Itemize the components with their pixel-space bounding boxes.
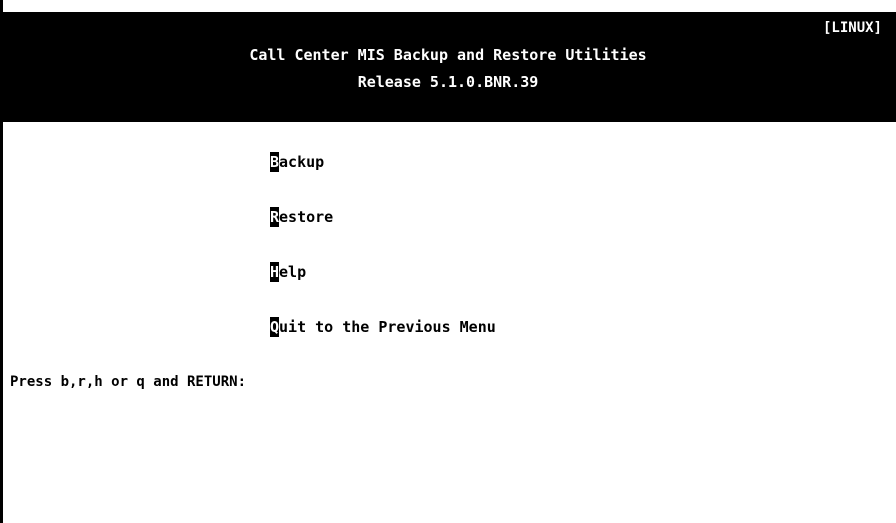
menu-item-restore[interactable]: Restore: [270, 207, 333, 227]
menu-item-label: ackup: [279, 153, 325, 171]
release-version: Release 5.1.0.BNR.39: [357, 73, 539, 91]
platform-tag: [LINUX]: [822, 20, 882, 36]
header-banner: [LINUX] Call Center MIS Backup and Resto…: [0, 12, 896, 122]
command-prompt[interactable]: Press b,r,h or q and RETURN:: [10, 373, 246, 391]
hotkey-r: R: [270, 207, 280, 227]
menu-item-backup[interactable]: Backup: [270, 152, 324, 172]
hotkey-q: Q: [270, 317, 280, 337]
terminal-screen: [LINUX] Call Center MIS Backup and Resto…: [0, 0, 896, 523]
hotkey-b: B: [270, 152, 280, 172]
menu-item-quit[interactable]: Quit to the Previous Menu: [270, 317, 496, 337]
menu-item-label: estore: [279, 208, 334, 226]
menu-item-help[interactable]: Help: [270, 262, 306, 282]
menu-item-label: uit to the Previous Menu: [279, 318, 496, 336]
menu-item-label: elp: [279, 263, 307, 281]
app-title: Call Center MIS Backup and Restore Utili…: [249, 46, 647, 64]
hotkey-h: H: [270, 262, 280, 282]
